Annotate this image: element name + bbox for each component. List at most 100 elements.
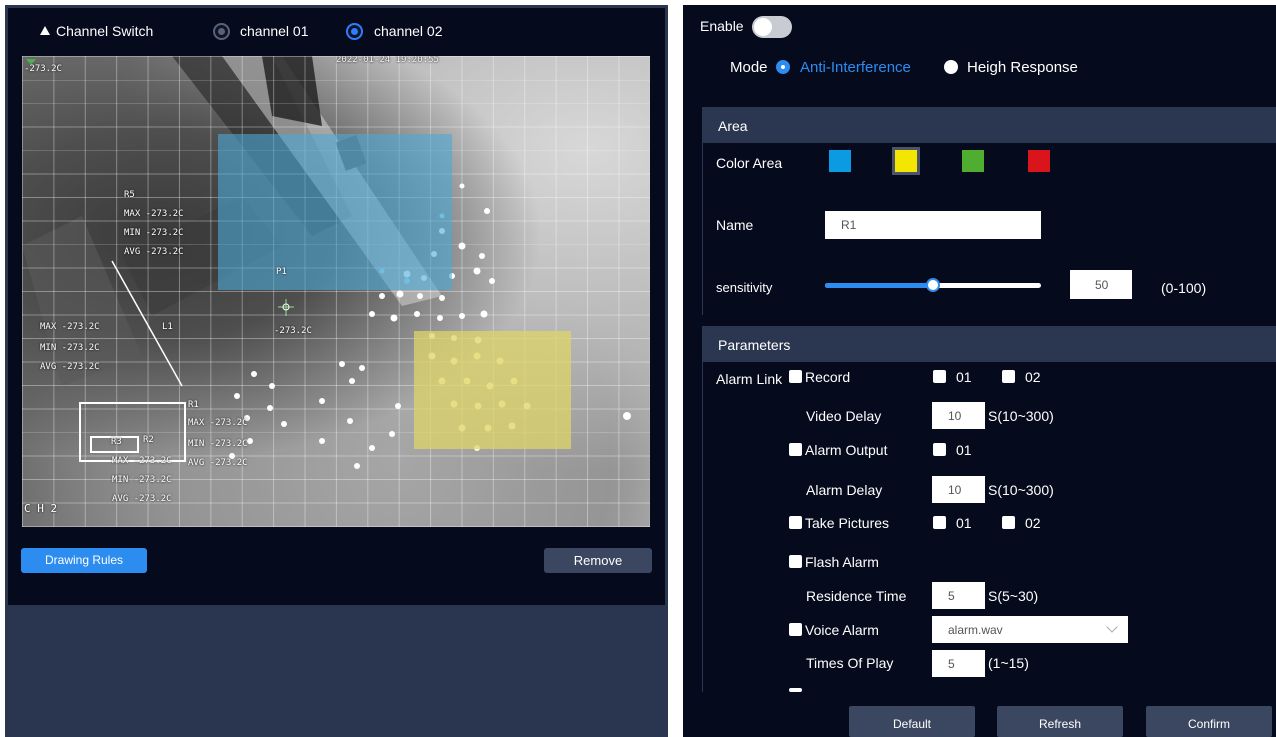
color-swatch-yellow[interactable] (892, 147, 920, 175)
flash-alarm-checkbox[interactable] (789, 555, 802, 568)
remove-button[interactable]: Remove (544, 548, 652, 573)
record-checkbox[interactable] (789, 370, 802, 383)
record-02-checkbox[interactable] (1002, 370, 1015, 383)
video-channel-label: C H 2 (24, 502, 58, 515)
confirm-button[interactable]: Confirm (1146, 706, 1272, 737)
take-pictures-01-label: 01 (956, 515, 972, 531)
drawing-rules-button[interactable]: Drawing Rules (21, 548, 147, 573)
area-section-header: Area (702, 107, 1276, 143)
voice-alarm-selected: alarm.wav (948, 622, 1003, 637)
times-of-play-input[interactable]: 5 (932, 650, 985, 677)
l1-label: L1 (162, 322, 173, 332)
r1-max: MAX -273.2C (188, 418, 248, 428)
video-timestamp: 2022-01-24 19:20:55 (336, 56, 439, 65)
record-01-label: 01 (956, 369, 972, 385)
r1-label: R1 (188, 400, 199, 410)
alarm-output-01-checkbox[interactable] (933, 443, 946, 456)
color-swatch-green[interactable] (962, 150, 984, 172)
voice-alarm-label: Voice Alarm (805, 622, 879, 638)
residence-time-range: S(5~30) (988, 588, 1039, 604)
times-of-play-label: Times Of Play (806, 655, 894, 671)
l1-max: MAX -273.2C (40, 322, 100, 332)
l1-min: MIN -273.2C (40, 343, 100, 353)
r2-min: MIN -273.2C (112, 475, 172, 485)
l1-avg: AVG -273.2C (40, 362, 100, 372)
residence-time-label: Residence Time (806, 588, 907, 604)
area-title: Area (718, 118, 748, 134)
times-of-play-range: (1~15) (988, 655, 1029, 671)
default-button[interactable]: Default (849, 706, 975, 737)
r1-avg: AVG -273.2C (188, 458, 248, 468)
p1-temp: -273.2C (274, 326, 312, 336)
channel-02-radio[interactable] (346, 23, 363, 40)
detection-area-blue[interactable] (218, 134, 452, 290)
mode-heigh-response-radio[interactable] (944, 60, 958, 74)
thermal-video-view[interactable]: -273.2C 2022-01-24 19:20:55 R5 MAX -273.… (22, 56, 650, 527)
chevron-down-icon (1106, 621, 1118, 633)
video-delay-input[interactable]: 10 (932, 402, 985, 429)
r2-avg: AVG -273.2C (112, 494, 172, 504)
r2-label: R2 (143, 435, 154, 445)
take-pictures-02-checkbox[interactable] (1002, 516, 1015, 529)
name-input[interactable]: R1 (825, 211, 1041, 239)
flash-alarm-label: Flash Alarm (805, 554, 879, 570)
take-pictures-02-label: 02 (1025, 515, 1041, 531)
corner-temperature: -273.2C (24, 64, 62, 74)
r5-min: MIN -273.2C (124, 228, 184, 238)
record-label: Record (805, 369, 851, 385)
sensitivity-label: sensitivity (716, 280, 773, 295)
r5-label: R5 (124, 190, 135, 200)
enable-label: Enable (700, 18, 744, 34)
channel-01-label[interactable]: channel 01 (240, 23, 309, 39)
color-swatch-blue[interactable] (829, 150, 851, 172)
alarm-output-checkbox[interactable] (789, 443, 802, 456)
parameters-section-header: Parameters (702, 326, 1276, 362)
r2-max: MAX -273.2C (112, 456, 172, 466)
mode-label: Mode (730, 59, 768, 76)
detection-area-yellow[interactable] (414, 331, 571, 449)
settings-panel: Enable Mode Anti-Interference Heigh Resp… (683, 5, 1276, 737)
residence-time-input[interactable]: 5 (932, 582, 985, 609)
sensitivity-input[interactable]: 50 (1070, 270, 1132, 299)
voice-alarm-select[interactable]: alarm.wav (932, 616, 1128, 643)
alarm-delay-input[interactable]: 10 (932, 476, 985, 503)
mode-anti-interference-radio[interactable] (776, 60, 790, 74)
alarm-output-01-label: 01 (956, 442, 972, 458)
r3-label: R3 (111, 437, 122, 447)
channel-switch-bar: Channel Switch channel 01 channel 02 (8, 8, 665, 54)
mode-anti-interference-label[interactable]: Anti-Interference (800, 59, 911, 76)
voice-alarm-checkbox[interactable] (789, 623, 802, 636)
mode-heigh-response-label[interactable]: Heigh Response (967, 59, 1078, 76)
record-02-label: 02 (1025, 369, 1041, 385)
alarm-link-label: Alarm Link (716, 371, 783, 387)
alarm-delay-label: Alarm Delay (806, 482, 883, 498)
sensitivity-slider-fill (825, 283, 933, 288)
color-area-label: Color Area (716, 155, 783, 171)
take-pictures-checkbox[interactable] (789, 516, 802, 529)
sensitivity-slider-knob[interactable] (926, 278, 940, 292)
next-option-checkbox[interactable] (789, 688, 802, 692)
sensitivity-slider[interactable] (825, 278, 1041, 292)
take-pictures-label: Take Pictures (805, 515, 890, 531)
channel-switch-label: Channel Switch (56, 23, 154, 39)
channel-01-radio[interactable] (213, 23, 230, 40)
r5-max: MAX -273.2C (124, 209, 184, 219)
video-delay-range: S(10~300) (988, 408, 1054, 424)
name-label: Name (716, 217, 754, 233)
collapse-triangle-icon[interactable] (40, 26, 50, 35)
enable-toggle[interactable] (752, 16, 792, 38)
alarm-delay-range: S(10~300) (988, 482, 1054, 498)
channel-02-label[interactable]: channel 02 (374, 23, 443, 39)
refresh-button[interactable]: Refresh (997, 706, 1123, 737)
record-01-checkbox[interactable] (933, 370, 946, 383)
sensitivity-range: (0-100) (1161, 280, 1207, 296)
parameters-title: Parameters (718, 337, 791, 353)
video-delay-label: Video Delay (806, 408, 882, 424)
r5-avg: AVG -273.2C (124, 247, 184, 257)
color-swatch-red[interactable] (1028, 150, 1050, 172)
p1-label: P1 (276, 267, 287, 277)
r1-min: MIN -273.2C (188, 439, 248, 449)
alarm-output-label: Alarm Output (805, 442, 888, 458)
take-pictures-01-checkbox[interactable] (933, 516, 946, 529)
region-r1-box[interactable] (79, 402, 186, 462)
